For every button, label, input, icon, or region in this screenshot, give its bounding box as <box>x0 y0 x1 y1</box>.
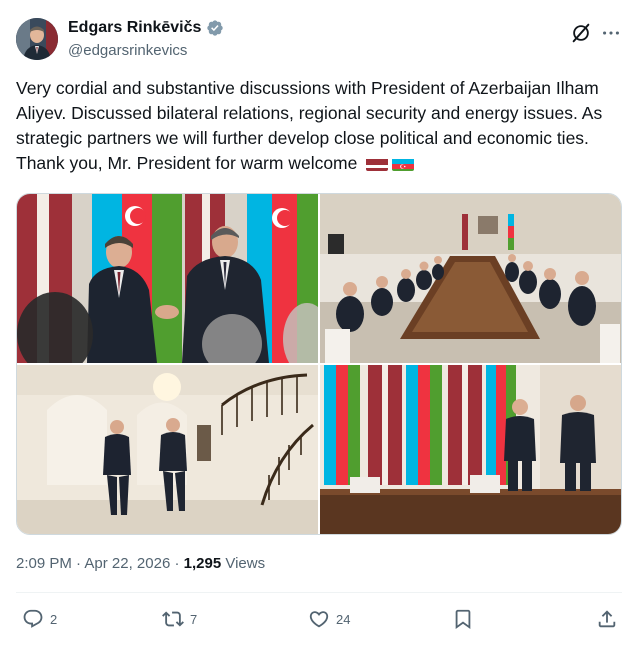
media-grid <box>16 193 622 535</box>
post-time[interactable]: 2:09 PM <box>16 555 72 572</box>
heart-icon <box>309 611 329 628</box>
views-count: 1,295 <box>183 555 222 572</box>
latvia-flag-icon <box>366 156 389 171</box>
post-text: Very cordial and substantive discussions… <box>16 76 616 176</box>
reply-count: 2 <box>50 611 58 627</box>
share-icon <box>598 610 616 628</box>
repost-button[interactable]: 7 <box>162 608 197 630</box>
reply-icon <box>23 609 43 628</box>
like-button[interactable]: 24 <box>308 608 350 630</box>
post-body: Very cordial and substantive discussions… <box>16 78 603 173</box>
bookmark-button[interactable] <box>452 608 474 630</box>
like-count: 24 <box>336 611 351 627</box>
author-handle[interactable]: @edgarsrinkevics <box>68 42 187 59</box>
post-meta: 2:09 PM · Apr 22, 2026 · 1,295 Views <box>16 555 265 572</box>
more-options-icon[interactable] <box>600 22 622 44</box>
post-date[interactable]: Apr 22, 2026 <box>84 555 170 572</box>
delegation-meeting-photo[interactable] <box>320 194 621 363</box>
walking-hall-photo[interactable] <box>17 365 318 534</box>
avatar[interactable] <box>16 18 58 60</box>
bookmark-icon <box>455 609 471 630</box>
repost-icon <box>162 611 184 627</box>
verified-badge-icon[interactable] <box>206 19 224 37</box>
handshake-photo[interactable] <box>17 194 318 363</box>
author-display-name[interactable]: Edgars Rinkēvičs <box>68 19 201 37</box>
post: Edgars Rinkēvičs @edgarsrinkevics Very c… <box>0 0 640 646</box>
repost-count: 7 <box>190 611 198 627</box>
azerbaijan-flag-icon <box>392 156 415 171</box>
share-button[interactable] <box>596 608 618 630</box>
meta-separator-2: · <box>170 555 184 572</box>
author-name-row: Edgars Rinkēvičs <box>68 19 224 37</box>
reply-button[interactable]: 2 <box>22 608 57 630</box>
meta-separator: · <box>71 555 85 572</box>
grok-icon[interactable] <box>570 22 592 44</box>
flags-posing-photo[interactable] <box>320 365 621 534</box>
views-label: Views <box>221 555 266 572</box>
divider <box>16 592 622 593</box>
